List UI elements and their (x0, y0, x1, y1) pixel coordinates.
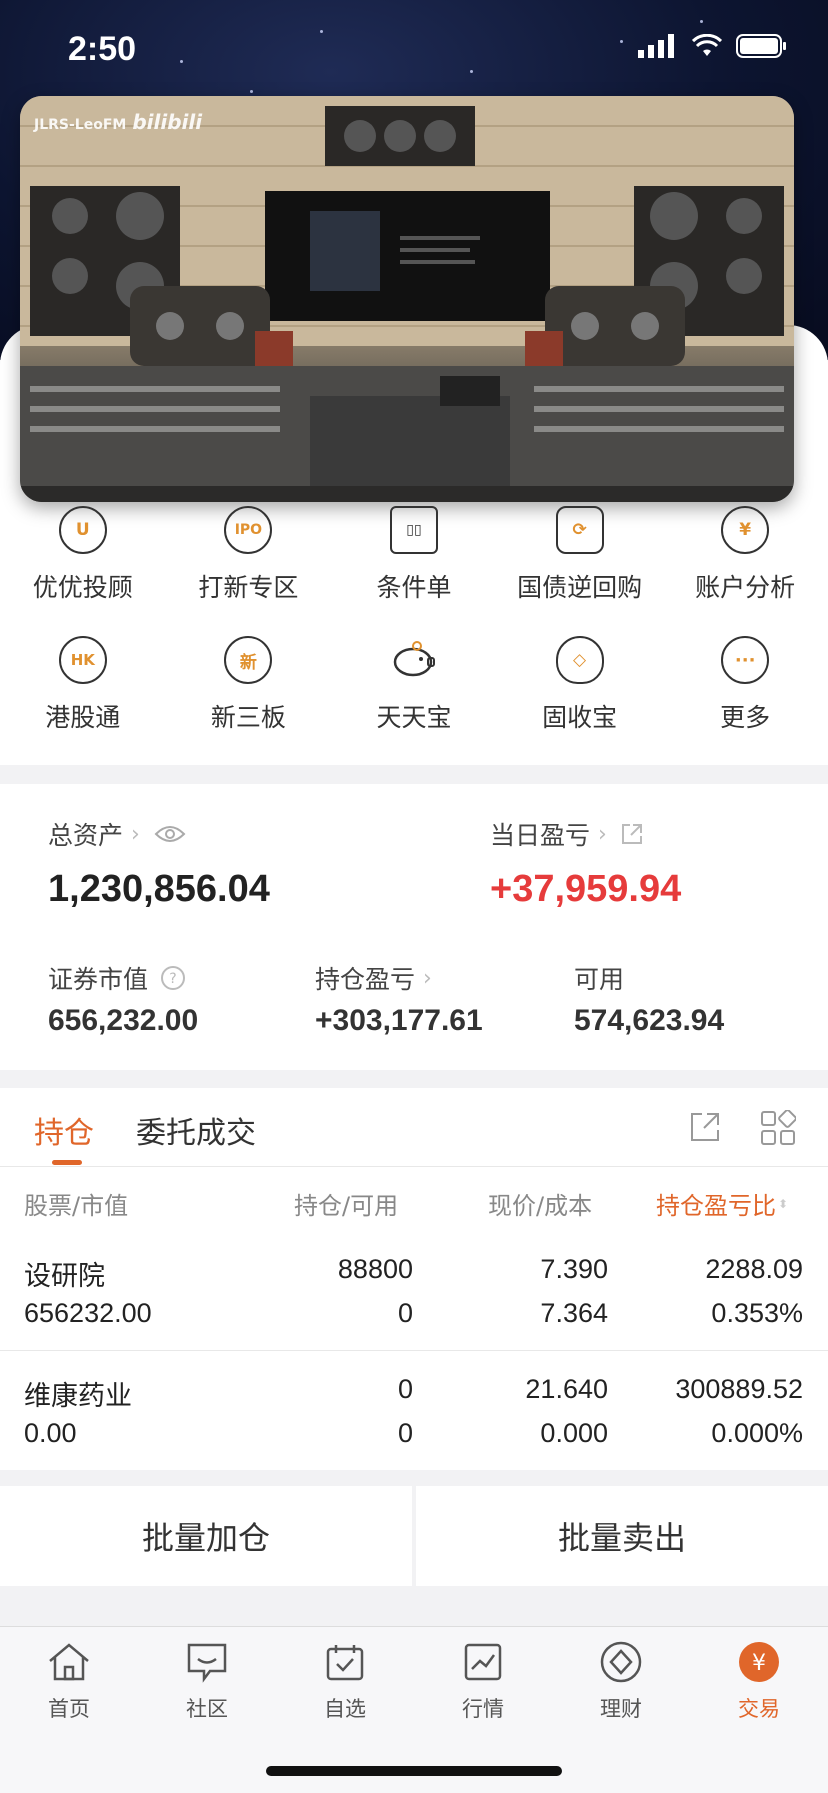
video-watermark: JLRS-LeoFM bilibili (34, 110, 203, 134)
available-value: 574,623.94 (574, 1004, 725, 1037)
asset-summary: 总资产 › 1,230,856.04 当日盈亏 › +37,959.94 证券市… (0, 784, 828, 1070)
home-indicator[interactable] (266, 1766, 562, 1776)
nav-trade[interactable]: ¥ 交易 (690, 1641, 828, 1723)
market-value-label-row: 证券市值 ? (48, 960, 186, 996)
hk-icon: HK (58, 636, 107, 684)
sort-icon: ⬍ (778, 1196, 789, 1211)
batch-sell-button[interactable]: 批量卖出 (416, 1486, 828, 1586)
batch-add-button[interactable]: 批量加仓 (0, 1486, 412, 1586)
nav-community[interactable]: 社区 (138, 1641, 276, 1723)
tab-active-indicator (52, 1160, 82, 1165)
money-bag-icon: ◇ (555, 636, 604, 684)
community-icon (187, 1643, 227, 1683)
status-time: 2:50 (68, 30, 137, 68)
total-assets-value: 1,230,856.04 (48, 868, 270, 910)
trade-icon: ¥ (739, 1642, 779, 1682)
menu-treasury-repo[interactable]: ⟳ 国债逆回购 (497, 506, 663, 604)
daily-pl-label-row[interactable]: 当日盈亏 › (490, 816, 645, 852)
daily-pl-value: +37,959.94 (490, 868, 682, 910)
nav-watchlist[interactable]: 自选 (276, 1641, 414, 1723)
market-icon (464, 1643, 502, 1681)
tab-holdings[interactable]: 持仓 (34, 1108, 94, 1152)
menu-account-analysis[interactable]: ¥ 账户分析 (662, 506, 828, 604)
more-icon: ··· (721, 636, 770, 684)
export-icon[interactable] (688, 1110, 722, 1144)
quick-menu-row-1: U 优优投顾 IPO 打新专区 ▯▯ 条件单 ⟳ 国债逆回购 ¥ 账户分析 (0, 506, 828, 604)
ipo-icon: IPO (224, 506, 273, 554)
header-stock-value: 股票/市值 (24, 1192, 129, 1220)
tab-orders[interactable]: 委托成交 (136, 1108, 256, 1152)
wifi-icon (692, 34, 722, 56)
wealth-icon (600, 1641, 642, 1683)
svg-text:¥: ¥ (752, 1651, 766, 1676)
status-bar: 2:50 (0, 0, 828, 96)
menu-condition-order[interactable]: ▯▯ 条件单 (331, 506, 497, 604)
menu-youyou-advisor[interactable]: U 优优投顾 (0, 506, 166, 604)
piggy-bank-icon (390, 636, 438, 684)
menu-fixed-income[interactable]: ◇ 固收宝 (497, 636, 663, 734)
nav-wealth[interactable]: 理财 (552, 1641, 690, 1723)
share-icon[interactable] (619, 821, 645, 847)
quick-menu-row-2: HK 港股通 新 新三板 天天宝 ◇ 固收宝 ··· 更多 (0, 636, 828, 734)
battery-icon (736, 34, 786, 58)
chevron-right-icon: › (598, 821, 607, 847)
new-third-board-icon: 新 (224, 636, 273, 684)
available-label: 可用 (574, 965, 625, 994)
repo-icon: ⟳ (555, 506, 604, 554)
position-pl-label-row[interactable]: 持仓盈亏 › (315, 960, 432, 996)
condition-order-icon: ▯▯ (389, 506, 438, 554)
svg-text:?: ? (169, 971, 176, 987)
home-icon (49, 1643, 89, 1681)
studio-video-frame (20, 96, 794, 502)
grid-view-icon[interactable] (760, 1110, 796, 1146)
menu-more[interactable]: ··· 更多 (662, 636, 828, 734)
header-price-cost: 现价/成本 (488, 1192, 593, 1220)
menu-ipo-zone[interactable]: IPO 打新专区 (166, 506, 332, 604)
youyou-icon: U (58, 506, 107, 554)
positions-panel: 持仓 委托成交 股票/市值 持仓/可用 现价/成本 持仓盈亏比 ⬍ 设研院 65… (0, 1088, 828, 1470)
nav-market[interactable]: 行情 (414, 1641, 552, 1723)
floating-video-player[interactable]: JLRS-LeoFM bilibili (20, 96, 794, 502)
market-value: 656,232.00 (48, 1004, 199, 1037)
chevron-right-icon: › (131, 821, 140, 847)
menu-tiantianbao[interactable]: 天天宝 (331, 636, 497, 734)
header-pl-ratio-sort[interactable]: 持仓盈亏比 ⬍ (656, 1186, 788, 1221)
watchlist-icon (326, 1645, 364, 1681)
header-holding-available: 持仓/可用 (294, 1192, 399, 1220)
menu-new-third-board[interactable]: 新 新三板 (166, 636, 332, 734)
total-assets-label-row[interactable]: 总资产 › (48, 816, 186, 852)
tab-divider (0, 1166, 828, 1167)
help-icon[interactable]: ? (160, 965, 186, 991)
chevron-right-icon: › (423, 965, 432, 991)
signal-icon (638, 34, 674, 58)
menu-hk-connect[interactable]: HK 港股通 (0, 636, 166, 734)
position-pl-value: +303,177.61 (315, 1004, 483, 1037)
account-analysis-icon: ¥ (721, 506, 770, 554)
eye-icon[interactable] (154, 823, 186, 845)
nav-home[interactable]: 首页 (0, 1641, 138, 1723)
row-divider (0, 1350, 828, 1351)
